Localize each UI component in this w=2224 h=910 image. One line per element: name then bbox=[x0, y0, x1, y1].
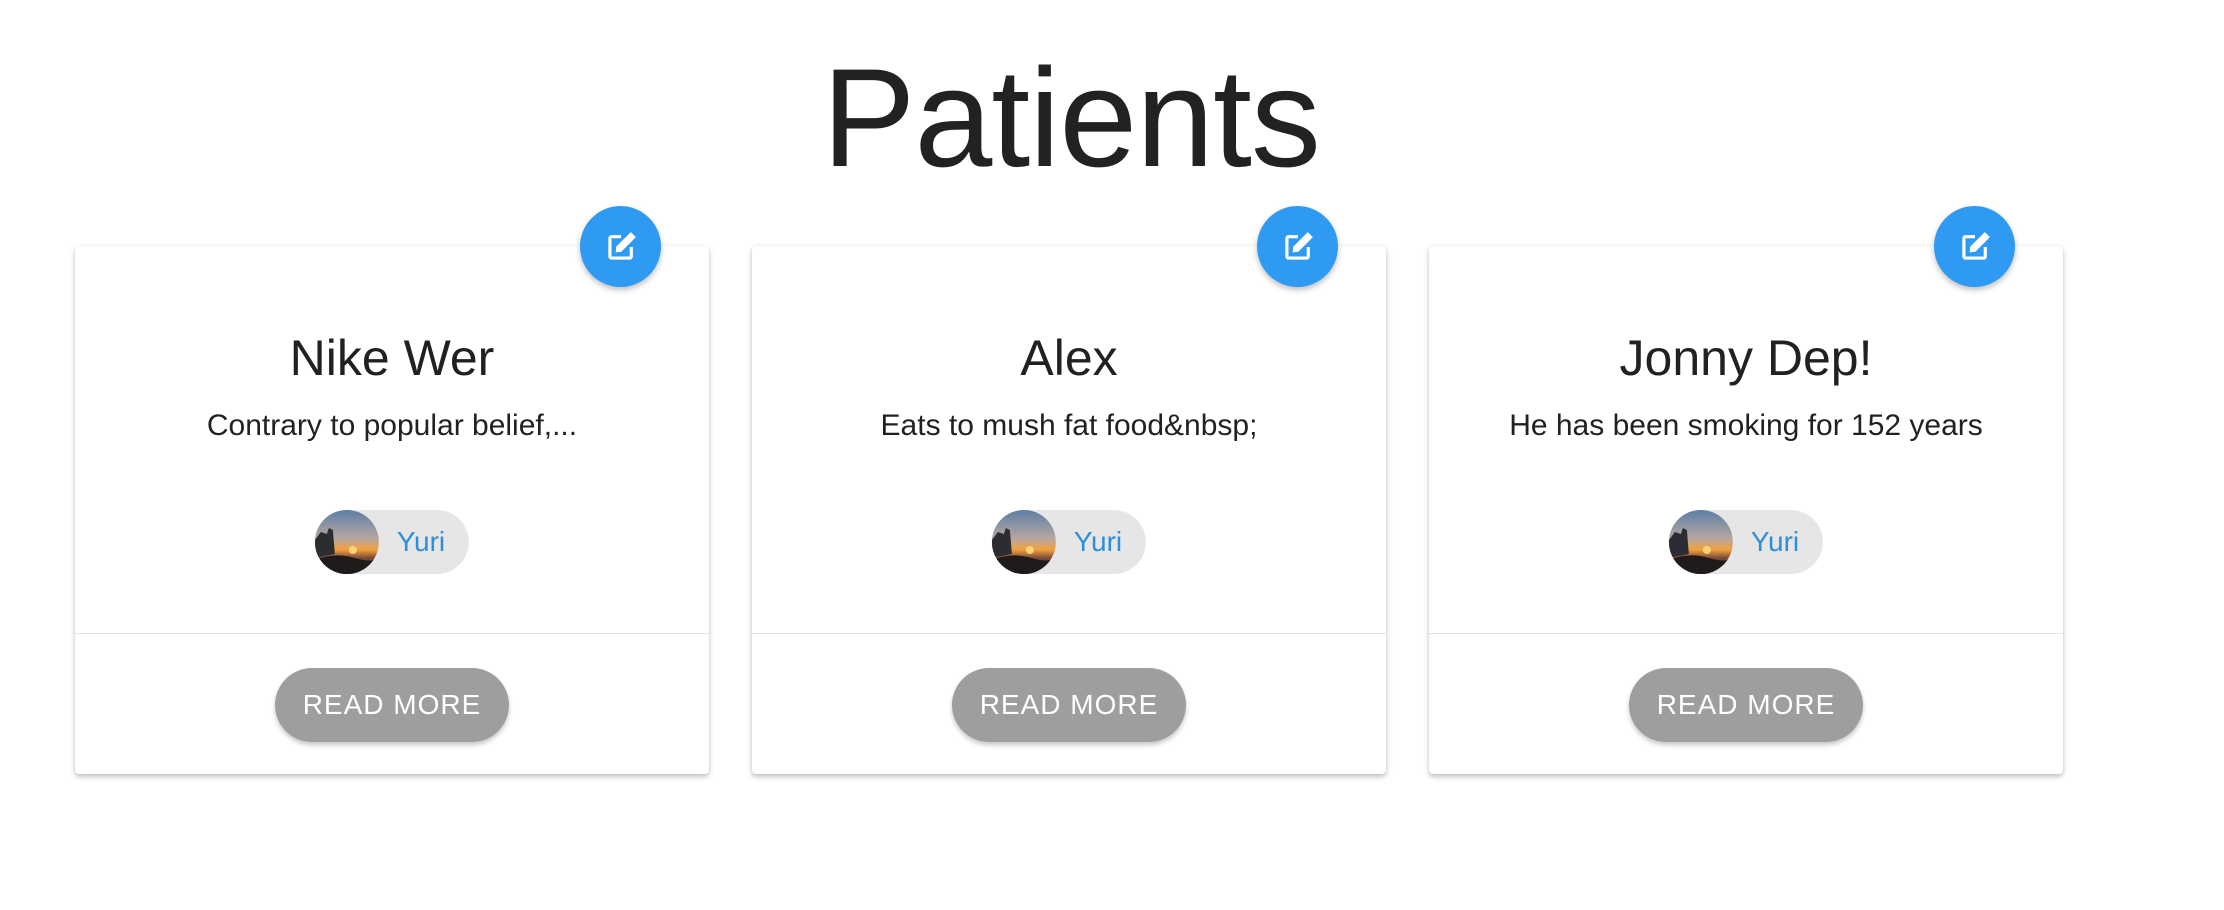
edit-button[interactable] bbox=[1934, 206, 2015, 287]
author-chip[interactable]: Yuri bbox=[991, 510, 1147, 574]
avatar bbox=[1668, 510, 1733, 574]
card-divider bbox=[75, 633, 709, 634]
edit-icon bbox=[607, 231, 636, 260]
patient-card: Alex Eats to mush fat food&nbsp; Yuri RE… bbox=[752, 206, 1386, 774]
author-chip[interactable]: Yuri bbox=[314, 510, 470, 574]
read-more-button[interactable]: READ MORE bbox=[952, 668, 1186, 742]
avatar bbox=[991, 510, 1056, 574]
read-more-button[interactable]: READ MORE bbox=[1629, 668, 1863, 742]
author-name: Yuri bbox=[1073, 526, 1123, 557]
author-name: Yuri bbox=[1750, 526, 1800, 557]
card-divider bbox=[752, 633, 1386, 634]
read-more-button[interactable]: READ MORE bbox=[275, 668, 509, 742]
edit-icon bbox=[1961, 231, 1990, 260]
card-divider bbox=[1429, 633, 2063, 634]
avatar bbox=[314, 510, 379, 574]
patient-card: Jonny Dep! He has been smoking for 152 y… bbox=[1429, 206, 2063, 774]
page-title: Patients bbox=[822, 39, 1321, 196]
edit-icon bbox=[1284, 231, 1313, 260]
patient-card: Nike Wer Contrary to popular belief,... bbox=[75, 206, 709, 774]
edit-button[interactable] bbox=[580, 206, 661, 287]
patient-name: Alex bbox=[1020, 330, 1118, 386]
edit-button[interactable] bbox=[1257, 206, 1338, 287]
patient-name: Nike Wer bbox=[289, 330, 495, 386]
patient-description: Eats to mush fat food&nbsp; bbox=[880, 409, 1258, 442]
author-name: Yuri bbox=[396, 526, 446, 557]
author-chip[interactable]: Yuri bbox=[1668, 510, 1824, 574]
patient-description: He has been smoking for 152 years bbox=[1509, 409, 1983, 442]
patient-name: Jonny Dep! bbox=[1619, 330, 1873, 386]
patient-description: Contrary to popular belief,... bbox=[206, 409, 578, 442]
